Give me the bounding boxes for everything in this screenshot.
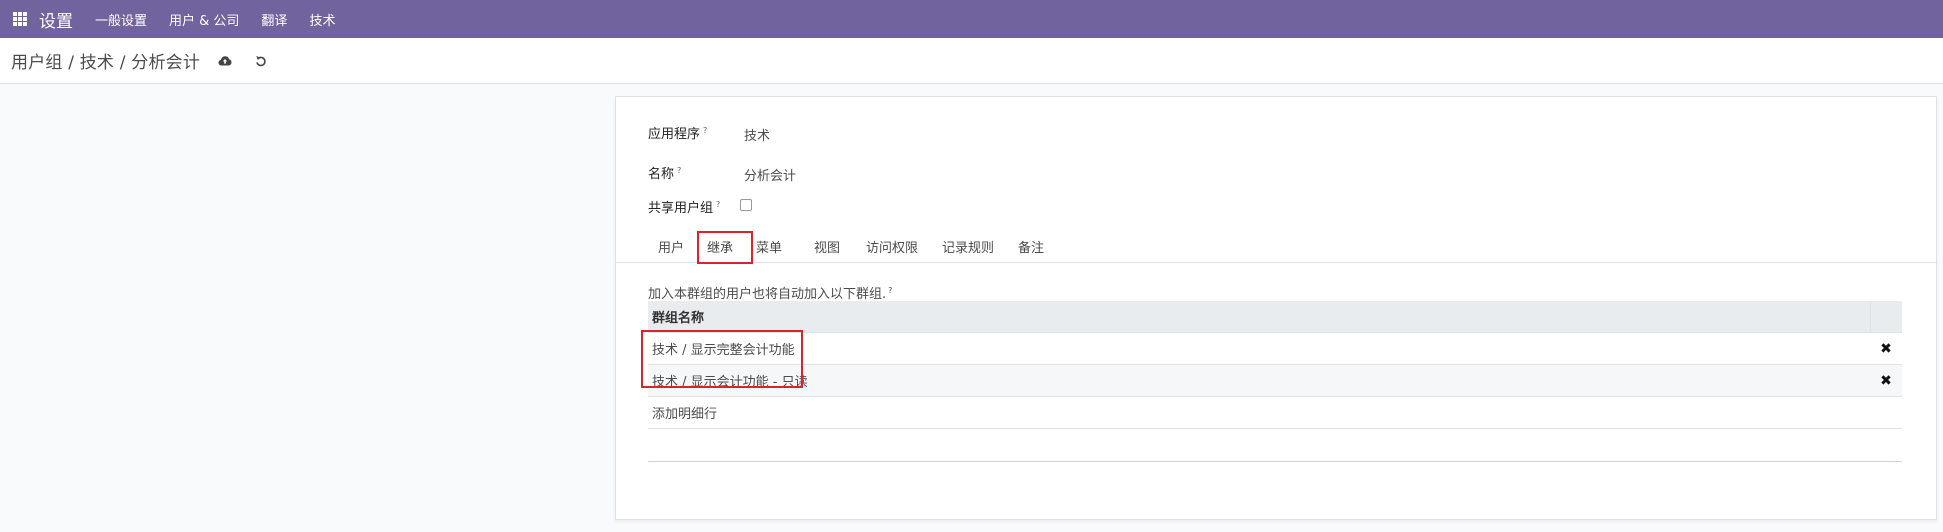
nav-translations[interactable]: 翻译 xyxy=(261,10,287,29)
delete-row-icon[interactable]: ✖ xyxy=(1870,341,1902,357)
share-group-checkbox[interactable] xyxy=(740,199,752,211)
add-line-link[interactable]: 添加明细行 xyxy=(648,403,717,422)
column-header-group-name[interactable]: 群组名称 xyxy=(648,307,1870,326)
tab-views[interactable]: 视图 xyxy=(812,235,842,263)
help-mark[interactable]: ? xyxy=(703,126,707,135)
help-mark[interactable]: ? xyxy=(677,166,681,175)
tab-users[interactable]: 用户 xyxy=(656,235,686,263)
empty-row xyxy=(648,429,1902,462)
group-name-cell[interactable]: 技术 / 显示完整会计功能 xyxy=(648,339,1870,358)
inherited-groups-table: 群组名称 技术 / 显示完整会计功能 ✖ 技术 / 显示会计功能 - 只读 ✖ … xyxy=(648,300,1902,462)
name-value[interactable]: 分析会计 xyxy=(744,165,796,184)
cloud-upload-icon[interactable] xyxy=(216,52,234,70)
tab-access-rights[interactable]: 访问权限 xyxy=(864,235,920,263)
breadcrumb[interactable]: 用户组 / 技术 / 分析会计 xyxy=(11,48,200,73)
form-sheet: 应用程序? 技术 名称? 分析会计 共享用户组? 用户 继承 菜单 视图 访问权… xyxy=(615,96,1938,520)
tab-menus[interactable]: 菜单 xyxy=(754,235,784,263)
table-row[interactable]: 技术 / 显示完整会计功能 ✖ xyxy=(648,333,1902,365)
help-mark[interactable]: ? xyxy=(888,286,892,295)
column-header-actions xyxy=(1870,300,1902,333)
highlight-box-tab xyxy=(697,231,753,264)
inherited-help-text: 加入本群组的用户也将自动加入以下群组.? xyxy=(648,285,893,302)
table-row[interactable]: 技术 / 显示会计功能 - 只读 ✖ xyxy=(648,365,1902,397)
tab-notes[interactable]: 备注 xyxy=(1016,235,1046,263)
application-value[interactable]: 技术 xyxy=(744,125,770,144)
control-panel: 用户组 / 技术 / 分析会计 xyxy=(0,38,1943,84)
nav-technical[interactable]: 技术 xyxy=(309,10,335,29)
nav-general-settings[interactable]: 一般设置 xyxy=(95,10,147,29)
app-brand[interactable]: 设置 xyxy=(39,7,73,32)
apps-menu-icon[interactable] xyxy=(13,12,27,26)
share-group-label: 共享用户组? xyxy=(648,199,721,216)
highlight-box-rows xyxy=(641,330,803,388)
tab-record-rules[interactable]: 记录规则 xyxy=(940,235,996,263)
table-header: 群组名称 xyxy=(648,300,1902,333)
name-label: 名称? xyxy=(648,165,682,182)
group-name-cell[interactable]: 技术 / 显示会计功能 - 只读 xyxy=(648,371,1870,390)
application-label: 应用程序? xyxy=(648,125,708,142)
help-mark[interactable]: ? xyxy=(716,200,720,209)
delete-row-icon[interactable]: ✖ xyxy=(1870,373,1902,389)
nav-users-companies[interactable]: 用户 & 公司 xyxy=(169,10,239,29)
discard-undo-icon[interactable] xyxy=(252,52,270,70)
add-line-row: 添加明细行 xyxy=(648,397,1902,429)
top-navbar: 设置 一般设置 用户 & 公司 翻译 技术 xyxy=(0,0,1943,38)
notebook-tabs: 用户 继承 菜单 视图 访问权限 记录规则 备注 xyxy=(616,235,1938,263)
